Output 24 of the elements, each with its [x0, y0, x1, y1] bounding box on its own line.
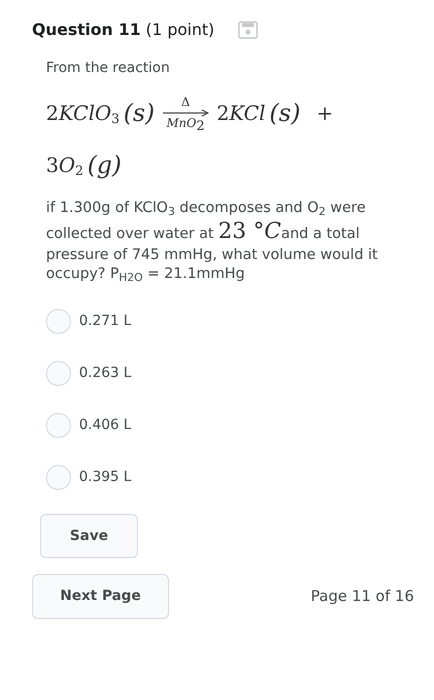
product-formula: 3O$_{2}$	[46, 152, 84, 180]
state-label: (s)	[124, 98, 155, 129]
heat-symbol: Δ	[181, 96, 190, 109]
option-label[interactable]: 0.395 L	[79, 466, 132, 488]
page-indicator: Page 11 of 16	[310, 586, 414, 608]
intro-text: From the reaction	[46, 59, 171, 78]
option-label[interactable]: 0.271 L	[79, 310, 132, 332]
question-text: if 1.300g of KClO$_{3}$ decomposes and O$_{2}$ were collected over water at 23 °Cand a total pressure of 745 mmHg, what volume would it occupy? P$_{H2O}$ = 21.1mmHg	[46, 199, 379, 284]
radio-button[interactable]	[46, 464, 71, 490]
product-formula: 2KCl	[216, 100, 266, 127]
save-button[interactable]: Save	[40, 514, 138, 558]
reaction-arrow-icon	[162, 109, 209, 117]
next-page-button[interactable]: Next Page	[32, 574, 169, 620]
save-icon	[238, 21, 258, 39]
radio-button[interactable]	[46, 308, 71, 334]
radio-button[interactable]	[46, 412, 71, 438]
plus-sign: +	[316, 100, 334, 127]
radio-button[interactable]	[46, 360, 71, 386]
question-title: Question 11 (1 point)	[32, 19, 214, 41]
option-label[interactable]: 0.263 L	[79, 362, 132, 384]
state-label: (g)	[87, 150, 122, 181]
option-label[interactable]: 0.406 L	[79, 414, 132, 436]
state-label: (s)	[269, 98, 300, 129]
reactant-formula: 2KClO$_{3}$	[46, 100, 120, 128]
